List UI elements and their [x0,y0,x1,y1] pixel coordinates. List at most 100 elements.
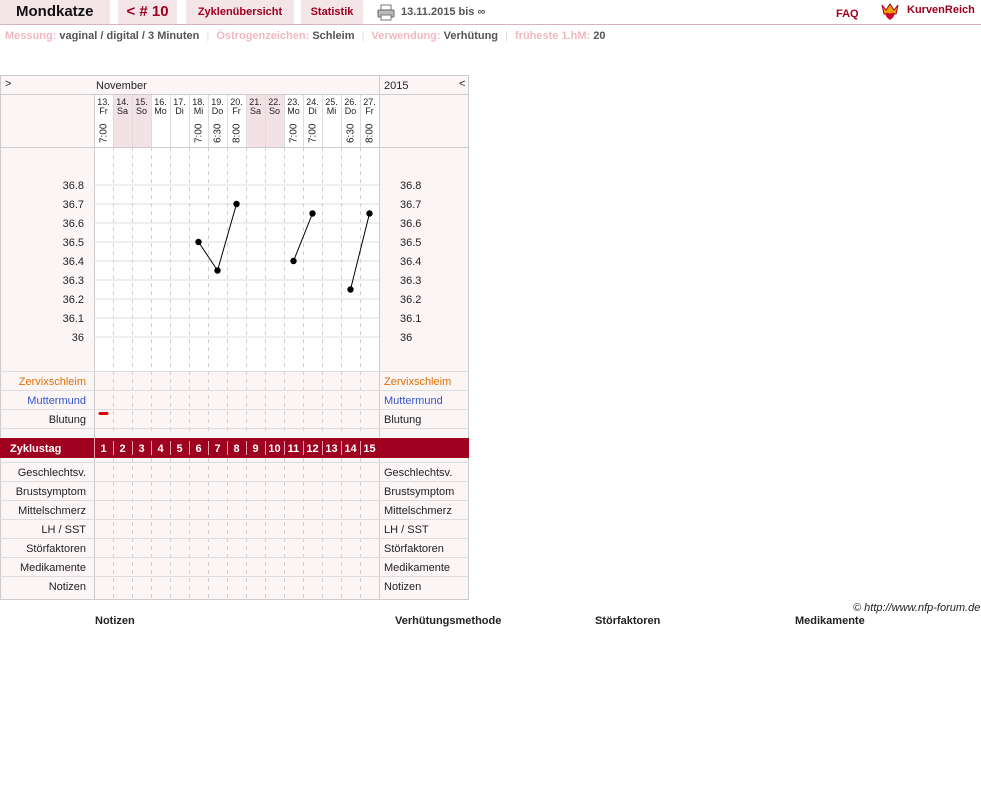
weekday-label: Di [308,106,317,116]
y-tick-label-left: 36.2 [63,294,84,306]
weekday-label: Mo [287,106,300,116]
row-label-right: Geschlechtsv. [384,467,452,479]
weekday-label: Di [175,106,184,116]
tab-statistik[interactable]: Statistik [301,0,363,24]
time-label: 7:00 [289,123,300,143]
cycle-day-number: 13 [325,443,337,455]
y-tick-label-left: 36.5 [63,237,84,249]
y-tick-label-right: 36 [400,332,412,344]
info-value-hm: 20 [593,30,606,42]
time-label: 8:00 [232,123,243,143]
weekday-label: Do [212,106,224,116]
y-tick-label-right: 36.5 [400,237,421,249]
temp-point [366,210,373,217]
info-value-messung: vaginal / digital / 3 Minuten [59,30,200,42]
y-tick-label-right: 36.7 [400,199,421,211]
y-tick-label-left: 36.6 [63,218,84,230]
y-tick-label-left: 36.8 [63,180,84,192]
row-label-right-blutung: Blutung [384,414,421,426]
time-label: 6:30 [213,123,224,143]
cycle-day-number: 6 [195,443,201,455]
nav-prev-button[interactable]: > [5,78,11,90]
top-bar: Mondkatze < # 10 Zyklenübersicht Statist… [0,0,981,25]
temp-point [347,286,354,293]
section-notizen: Notizen [95,615,135,627]
weekday-label: Sa [250,106,261,116]
time-label: 7:00 [194,123,205,143]
y-tick-label-left: 36.4 [63,256,84,268]
row-label-left-blutung: Blutung [49,414,86,426]
faq-link[interactable]: FAQ [836,8,859,20]
printer-icon[interactable] [377,3,395,21]
weekday-label: Sa [117,106,128,116]
weekday-label: So [136,106,147,116]
row-label-right-muttermund: Muttermund [384,395,443,407]
section-verhuetungsmethode: Verhütungsmethode [395,615,502,627]
row-label-right: Brustsymptom [384,486,454,498]
credit-text: © http://www.nfp-forum.de [853,602,981,614]
month-label: November [96,80,147,92]
crown-heart-icon[interactable] [880,1,900,21]
cycle-day-number: 1 [100,443,106,455]
cycle-day-number: 7 [214,443,220,455]
cycle-day-number: 12 [306,443,318,455]
weekday-label: Mi [194,106,204,116]
y-tick-label-left: 36 [72,332,84,344]
info-label-hm: früheste 1.hM: [515,30,591,42]
y-tick-label-left: 36.1 [63,313,84,325]
logo-text[interactable]: KurvenReich [907,4,975,16]
temp-point [233,200,240,208]
time-label: 8:00 [365,123,376,143]
info-label-oestrogen: Östrogenzeichen: [216,30,310,42]
time-label: 6:30 [346,123,357,143]
row-label-left: Medikamente [20,562,86,574]
row-label-left: Notizen [49,581,86,593]
date-range: 13.11.2015 bis ∞ [401,6,486,18]
cycle-nav-button[interactable]: < # 10 [118,0,177,24]
row-label-left: LH / SST [41,524,86,536]
cycle-day-label: Zyklustag [10,443,61,455]
cycle-chart: > <November 201513.Fr7:0014.Sa15.So16.Mo17… [0,75,469,600]
cycle-day-number: 5 [176,443,182,455]
temp-point [309,210,316,217]
cycle-day-number: 3 [138,443,144,455]
cycle-day-number: 11 [288,443,300,455]
cycle-day-number: 14 [344,443,357,455]
row-label-left: Geschlechtsv. [18,467,86,479]
cycle-day-number: 4 [157,443,164,455]
temp-point [214,267,221,274]
y-tick-label-right: 36.8 [400,180,421,192]
row-label-left: Brustsymptom [16,486,86,498]
info-value-verwendung: Verhütung [443,30,499,42]
weekday-label: Do [345,106,357,116]
year-label: 2015 [384,80,408,92]
info-value-oestrogen: Schleim [312,30,355,42]
section-medikamente: Medikamente [795,615,865,627]
cycle-day-number: 8 [233,443,239,455]
y-tick-label-left: 36.7 [63,199,84,211]
row-label-right: Störfaktoren [384,543,444,555]
cycle-day-number: 10 [268,443,280,455]
tab-zyklenuebersicht[interactable]: Zyklenübersicht [186,0,294,24]
weekday-label: Fr [365,106,374,116]
y-tick-label-left: 36.3 [63,275,84,287]
row-label-right-zervixschleim: Zervixschleim [384,376,451,388]
temp-point [290,257,297,265]
row-label-right: LH / SST [384,524,429,536]
weekday-label: Mo [154,106,167,116]
y-tick-label-right: 36.4 [400,256,421,268]
row-label-left: Mittelschmerz [18,505,86,517]
y-tick-label-right: 36.1 [400,313,421,325]
weekday-label: Fr [99,106,108,116]
y-tick-label-right: 36.2 [400,294,421,306]
weekday-label: Fr [232,106,241,116]
row-label-right: Medikamente [384,562,450,574]
section-stoerfaktoren: Störfaktoren [595,615,661,627]
temp-point [195,238,202,246]
brand-name: Mondkatze [0,0,110,24]
cycle-day-number: 2 [119,443,125,455]
measurement-info: Messung: vaginal / digital / 3 Minuten |… [5,30,606,42]
info-label-verwendung: Verwendung: [371,30,441,42]
nav-next-button[interactable]: < [459,78,465,90]
row-label-left-muttermund: Muttermund [27,395,86,407]
